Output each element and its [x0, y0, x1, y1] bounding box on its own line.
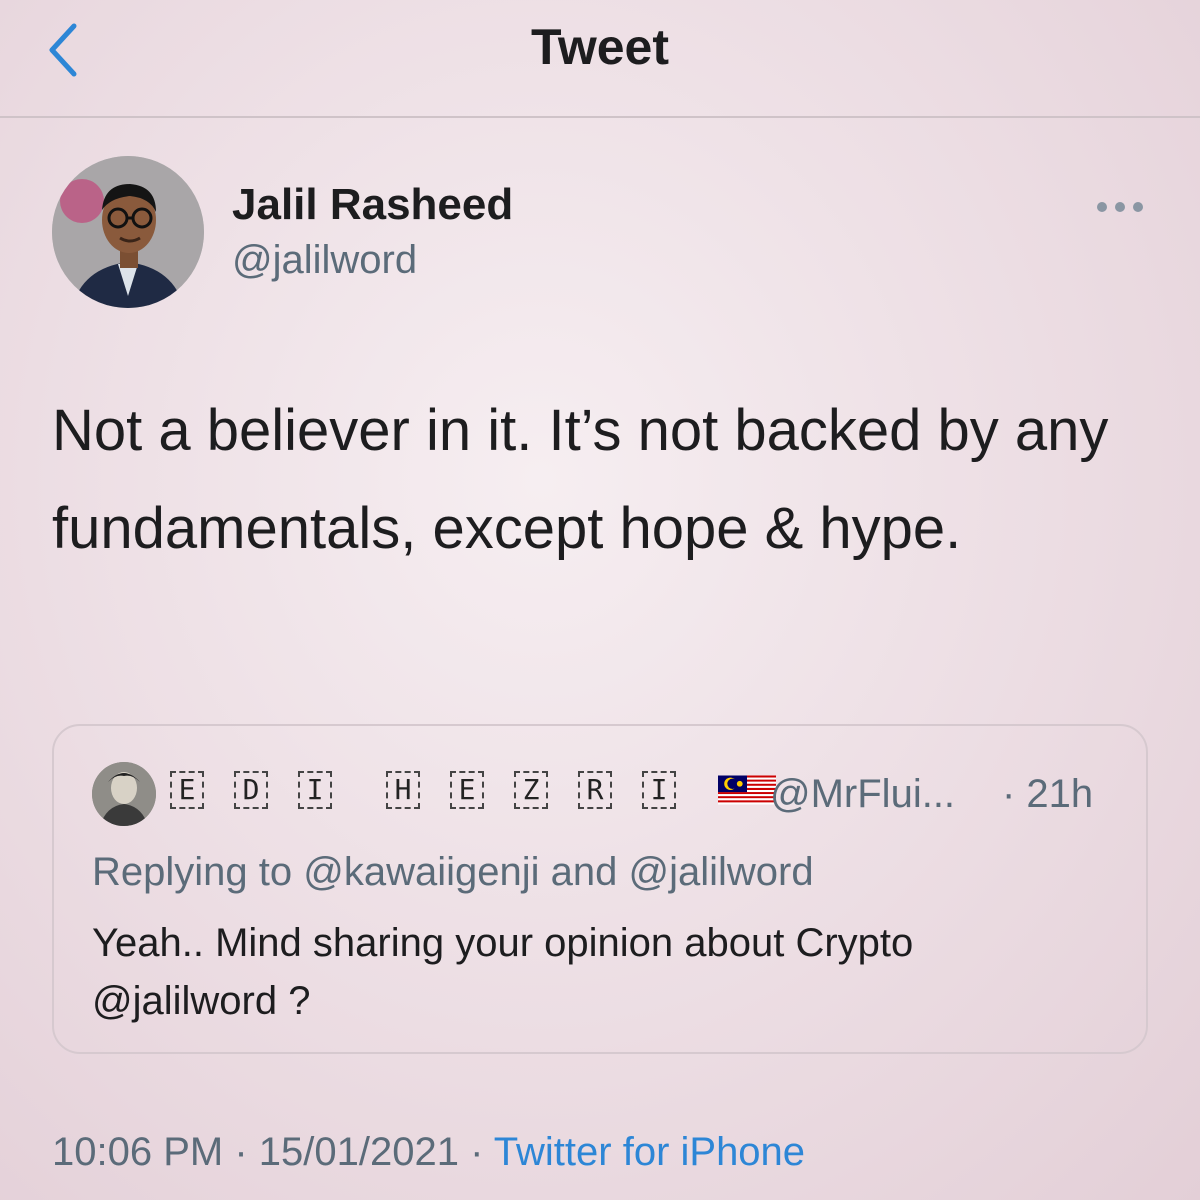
tweet-source-link[interactable]: Twitter for iPhone — [494, 1130, 805, 1174]
meta-separator: · — [458, 1130, 494, 1174]
divider — [0, 116, 1200, 118]
more-options-button[interactable] — [1092, 192, 1148, 222]
author-name[interactable]: Jalil Rasheed — [232, 180, 513, 230]
avatar[interactable] — [52, 156, 204, 308]
quoted-tweet[interactable]: E D I H E Z R I @MrFlui... · 21h Replyin… — [52, 724, 1148, 1054]
quoted-author-handle[interactable]: @MrFlui... — [770, 772, 955, 817]
name-letter: R — [578, 771, 612, 809]
name-letter: H — [386, 771, 420, 809]
profile-photo — [52, 156, 204, 308]
meta-separator: · — [223, 1130, 259, 1174]
quoted-tweet-text: Yeah.. Mind sharing your opinion about C… — [92, 921, 914, 1023]
author-handle[interactable]: @jalilword — [232, 238, 417, 283]
name-letter: I — [642, 771, 676, 809]
quoted-avatar[interactable] — [92, 762, 156, 826]
malaysia-flag-icon — [718, 775, 776, 805]
name-letter: E — [450, 771, 484, 809]
tweet-time: 10:06 PM — [52, 1130, 224, 1174]
ellipsis-icon — [1097, 202, 1143, 212]
page-title: Tweet — [531, 19, 669, 75]
quoted-author-name[interactable]: E D I H E Z R I — [170, 770, 776, 810]
quoted-profile-photo — [92, 762, 156, 826]
tweet-meta: 10:06 PM · 15/01/2021 · Twitter for iPho… — [52, 1130, 805, 1175]
tweet-text: Not a believer in it. It’s not backed by… — [52, 398, 1109, 561]
replying-to-line[interactable]: Replying to @kawaiigenji and @jalilword — [92, 850, 814, 895]
name-letter: I — [298, 771, 332, 809]
name-letter: D — [234, 771, 268, 809]
quoted-timestamp: · 21h — [1002, 772, 1094, 816]
name-letter: Z — [514, 771, 548, 809]
navigation-bar: Tweet — [0, 0, 1200, 118]
name-letter: E — [170, 771, 204, 809]
tweet-date: 15/01/2021 — [258, 1130, 459, 1174]
